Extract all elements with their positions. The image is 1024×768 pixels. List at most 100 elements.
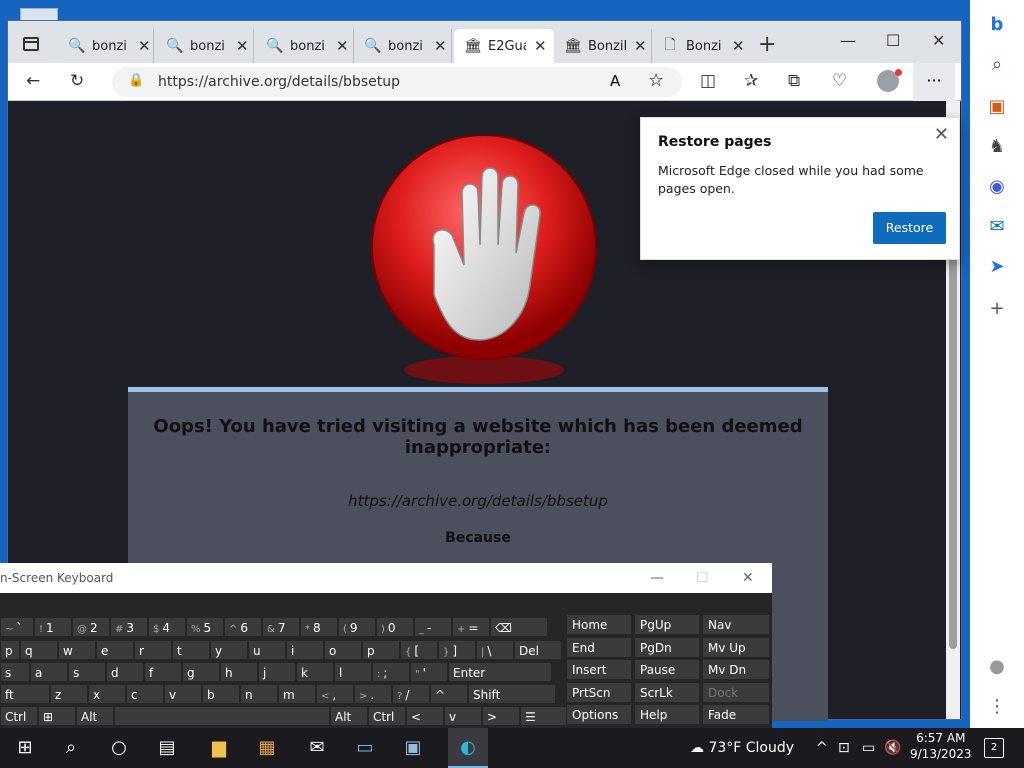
osk-key[interactable]: Ctrl bbox=[0, 706, 38, 726]
osk-nav-key[interactable]: Dock bbox=[702, 681, 770, 703]
new-tab-icon[interactable]: + bbox=[758, 32, 776, 57]
osk-key[interactable]: n bbox=[240, 684, 278, 704]
tools-icon[interactable]: ▣ bbox=[986, 96, 1008, 118]
osk-nav-key[interactable]: Fade bbox=[702, 704, 770, 725]
osk-minimize-icon[interactable]: — bbox=[650, 563, 664, 593]
osk-key[interactable]: q bbox=[20, 640, 58, 660]
volume-icon[interactable]: 🔇 bbox=[884, 740, 901, 756]
maximize-icon[interactable]: ☐ bbox=[886, 31, 900, 50]
outlook-icon[interactable]: ✉ bbox=[986, 216, 1008, 238]
osk-key[interactable]: ^ bbox=[430, 684, 468, 704]
games-icon[interactable]: ♞ bbox=[986, 136, 1008, 158]
restore-button[interactable]: Restore bbox=[873, 212, 946, 244]
osk-key[interactable]: m bbox=[278, 684, 316, 704]
osk-key[interactable]: & 7 bbox=[262, 617, 300, 637]
osk-key[interactable]: }] bbox=[438, 640, 476, 660]
tab-bonzi-doc[interactable]: 🗋 Bonzi ✕ bbox=[652, 29, 748, 63]
osk-nav-key[interactable]: PgUp bbox=[634, 614, 700, 635]
osk-nav-key[interactable]: Help bbox=[634, 704, 700, 725]
osk-key[interactable]: Enter bbox=[448, 662, 552, 682]
store-icon[interactable]: ▦ bbox=[254, 736, 280, 760]
osk-nav-key[interactable]: ScrLk bbox=[634, 681, 700, 703]
more-menu-icon[interactable]: ··· bbox=[913, 63, 955, 101]
osk-key[interactable]: j bbox=[258, 662, 296, 682]
osk-key[interactable]: e bbox=[96, 640, 134, 660]
favorite-star-icon[interactable]: ☆ bbox=[648, 70, 664, 91]
osk-key[interactable]: f bbox=[144, 662, 182, 682]
osk-key[interactable]: ) 0 bbox=[376, 617, 414, 637]
windows-start-icon[interactable]: ⊞ bbox=[12, 736, 38, 760]
cortana-icon[interactable]: ○ bbox=[106, 736, 132, 760]
osk-key[interactable]: c bbox=[126, 684, 164, 704]
osk-key[interactable]: * 8 bbox=[300, 617, 338, 637]
osk-key[interactable]: {[ bbox=[400, 640, 438, 660]
tab-bonzi-search-2[interactable]: 🔍 bonzi ✕ bbox=[156, 29, 254, 63]
back-icon[interactable]: ← bbox=[26, 71, 40, 91]
osk-nav-key[interactable]: Mv Up bbox=[702, 636, 770, 658]
osk-nav-key[interactable]: Nav bbox=[702, 614, 770, 635]
osk-key[interactable]: d bbox=[106, 662, 144, 682]
osk-key[interactable]: s bbox=[0, 662, 30, 682]
osk-key[interactable]: Shift bbox=[468, 684, 556, 704]
osk-key[interactable]: ! 1 bbox=[34, 617, 72, 637]
osk-key[interactable] bbox=[114, 706, 330, 726]
osk-key[interactable]: l bbox=[334, 662, 372, 682]
osk-key[interactable]: @2 bbox=[72, 617, 110, 637]
osk-key[interactable]: < bbox=[406, 706, 444, 726]
osk-key[interactable]: Del bbox=[514, 640, 562, 660]
network-icon[interactable]: ⊡ bbox=[838, 740, 850, 756]
osk-key[interactable]: g bbox=[182, 662, 220, 682]
split-screen-icon[interactable]: ◫ bbox=[700, 71, 716, 91]
osk-nav-key[interactable]: Insert bbox=[566, 659, 632, 680]
edge-taskbar-icon[interactable]: ◐ bbox=[448, 728, 488, 768]
osk-key[interactable]: p bbox=[362, 640, 400, 660]
search-icon[interactable]: ⌕ bbox=[58, 736, 84, 760]
task-view-icon[interactable]: ▤ bbox=[154, 736, 180, 760]
osk-key[interactable]: b bbox=[202, 684, 240, 704]
close-window-icon[interactable]: ✕ bbox=[932, 31, 945, 50]
notification-center-icon[interactable]: 2 bbox=[984, 738, 1004, 758]
more-sidebar-icon[interactable]: ⋮ bbox=[986, 696, 1008, 718]
tab-bonzi-search-3[interactable]: 🔍 bonzi ✕ bbox=[256, 29, 354, 63]
osk-key[interactable]: Alt bbox=[76, 706, 114, 726]
osk-key[interactable]: > bbox=[482, 706, 520, 726]
osk-key[interactable]: z bbox=[50, 684, 88, 704]
osk-nav-key[interactable]: Options bbox=[566, 704, 632, 725]
tab-bonzibuddy-archive[interactable]: 🏛BonziB✕ bbox=[554, 29, 652, 63]
osk-key[interactable]: <, bbox=[316, 684, 354, 704]
search-icon[interactable]: ⌕ bbox=[986, 54, 1008, 76]
osk-key[interactable]: >. bbox=[354, 684, 392, 704]
osk-key[interactable]: (9 bbox=[338, 617, 376, 637]
computer-icon[interactable]: ▭ bbox=[352, 736, 378, 760]
close-popup-icon[interactable]: ✕ bbox=[934, 124, 949, 145]
osk-key[interactable]: s bbox=[68, 662, 106, 682]
osk-key[interactable]: $4 bbox=[148, 617, 186, 637]
osk-nav-key[interactable]: Pause bbox=[634, 659, 700, 680]
osk-key[interactable]: ⊞ bbox=[38, 706, 76, 726]
osk-key[interactable]: u bbox=[248, 640, 286, 660]
osk-key[interactable]: o bbox=[324, 640, 362, 660]
lock-icon[interactable]: 🔒 bbox=[128, 73, 144, 88]
url-field[interactable]: 🔒 https://archive.org/details/bbsetup A … bbox=[112, 67, 682, 97]
bing-chat-icon[interactable]: b bbox=[986, 14, 1008, 36]
osk-key[interactable]: w bbox=[58, 640, 96, 660]
profile-avatar[interactable] bbox=[877, 69, 902, 92]
osk-key[interactable]: " ' bbox=[410, 662, 448, 682]
osk-key[interactable]: x bbox=[88, 684, 126, 704]
close-tab-icon[interactable]: ✕ bbox=[634, 37, 647, 55]
osk-key[interactable]: r bbox=[134, 640, 172, 660]
close-tab-icon[interactable]: ✕ bbox=[534, 37, 547, 55]
osk-key[interactable]: a bbox=[30, 662, 68, 682]
clock[interactable]: 6:57 AM 9/13/2023 bbox=[910, 730, 972, 762]
drop-icon[interactable]: ➤ bbox=[986, 256, 1008, 278]
osk-key[interactable]: ^ 6 bbox=[224, 617, 262, 637]
osk-nav-key[interactable]: Mv Dn bbox=[702, 659, 770, 680]
osk-key[interactable]: Ctrl bbox=[368, 706, 406, 726]
read-aloud-icon[interactable]: A bbox=[610, 72, 620, 90]
osk-key[interactable]: y bbox=[210, 640, 248, 660]
osk-nav-key[interactable]: PrtScn bbox=[566, 681, 632, 703]
osk-key[interactable]: #3 bbox=[110, 617, 148, 637]
collections-icon[interactable]: ⧉ bbox=[788, 71, 800, 91]
osk-key[interactable]: | \ bbox=[476, 640, 514, 660]
favorites-icon[interactable]: ✰ bbox=[744, 71, 758, 91]
